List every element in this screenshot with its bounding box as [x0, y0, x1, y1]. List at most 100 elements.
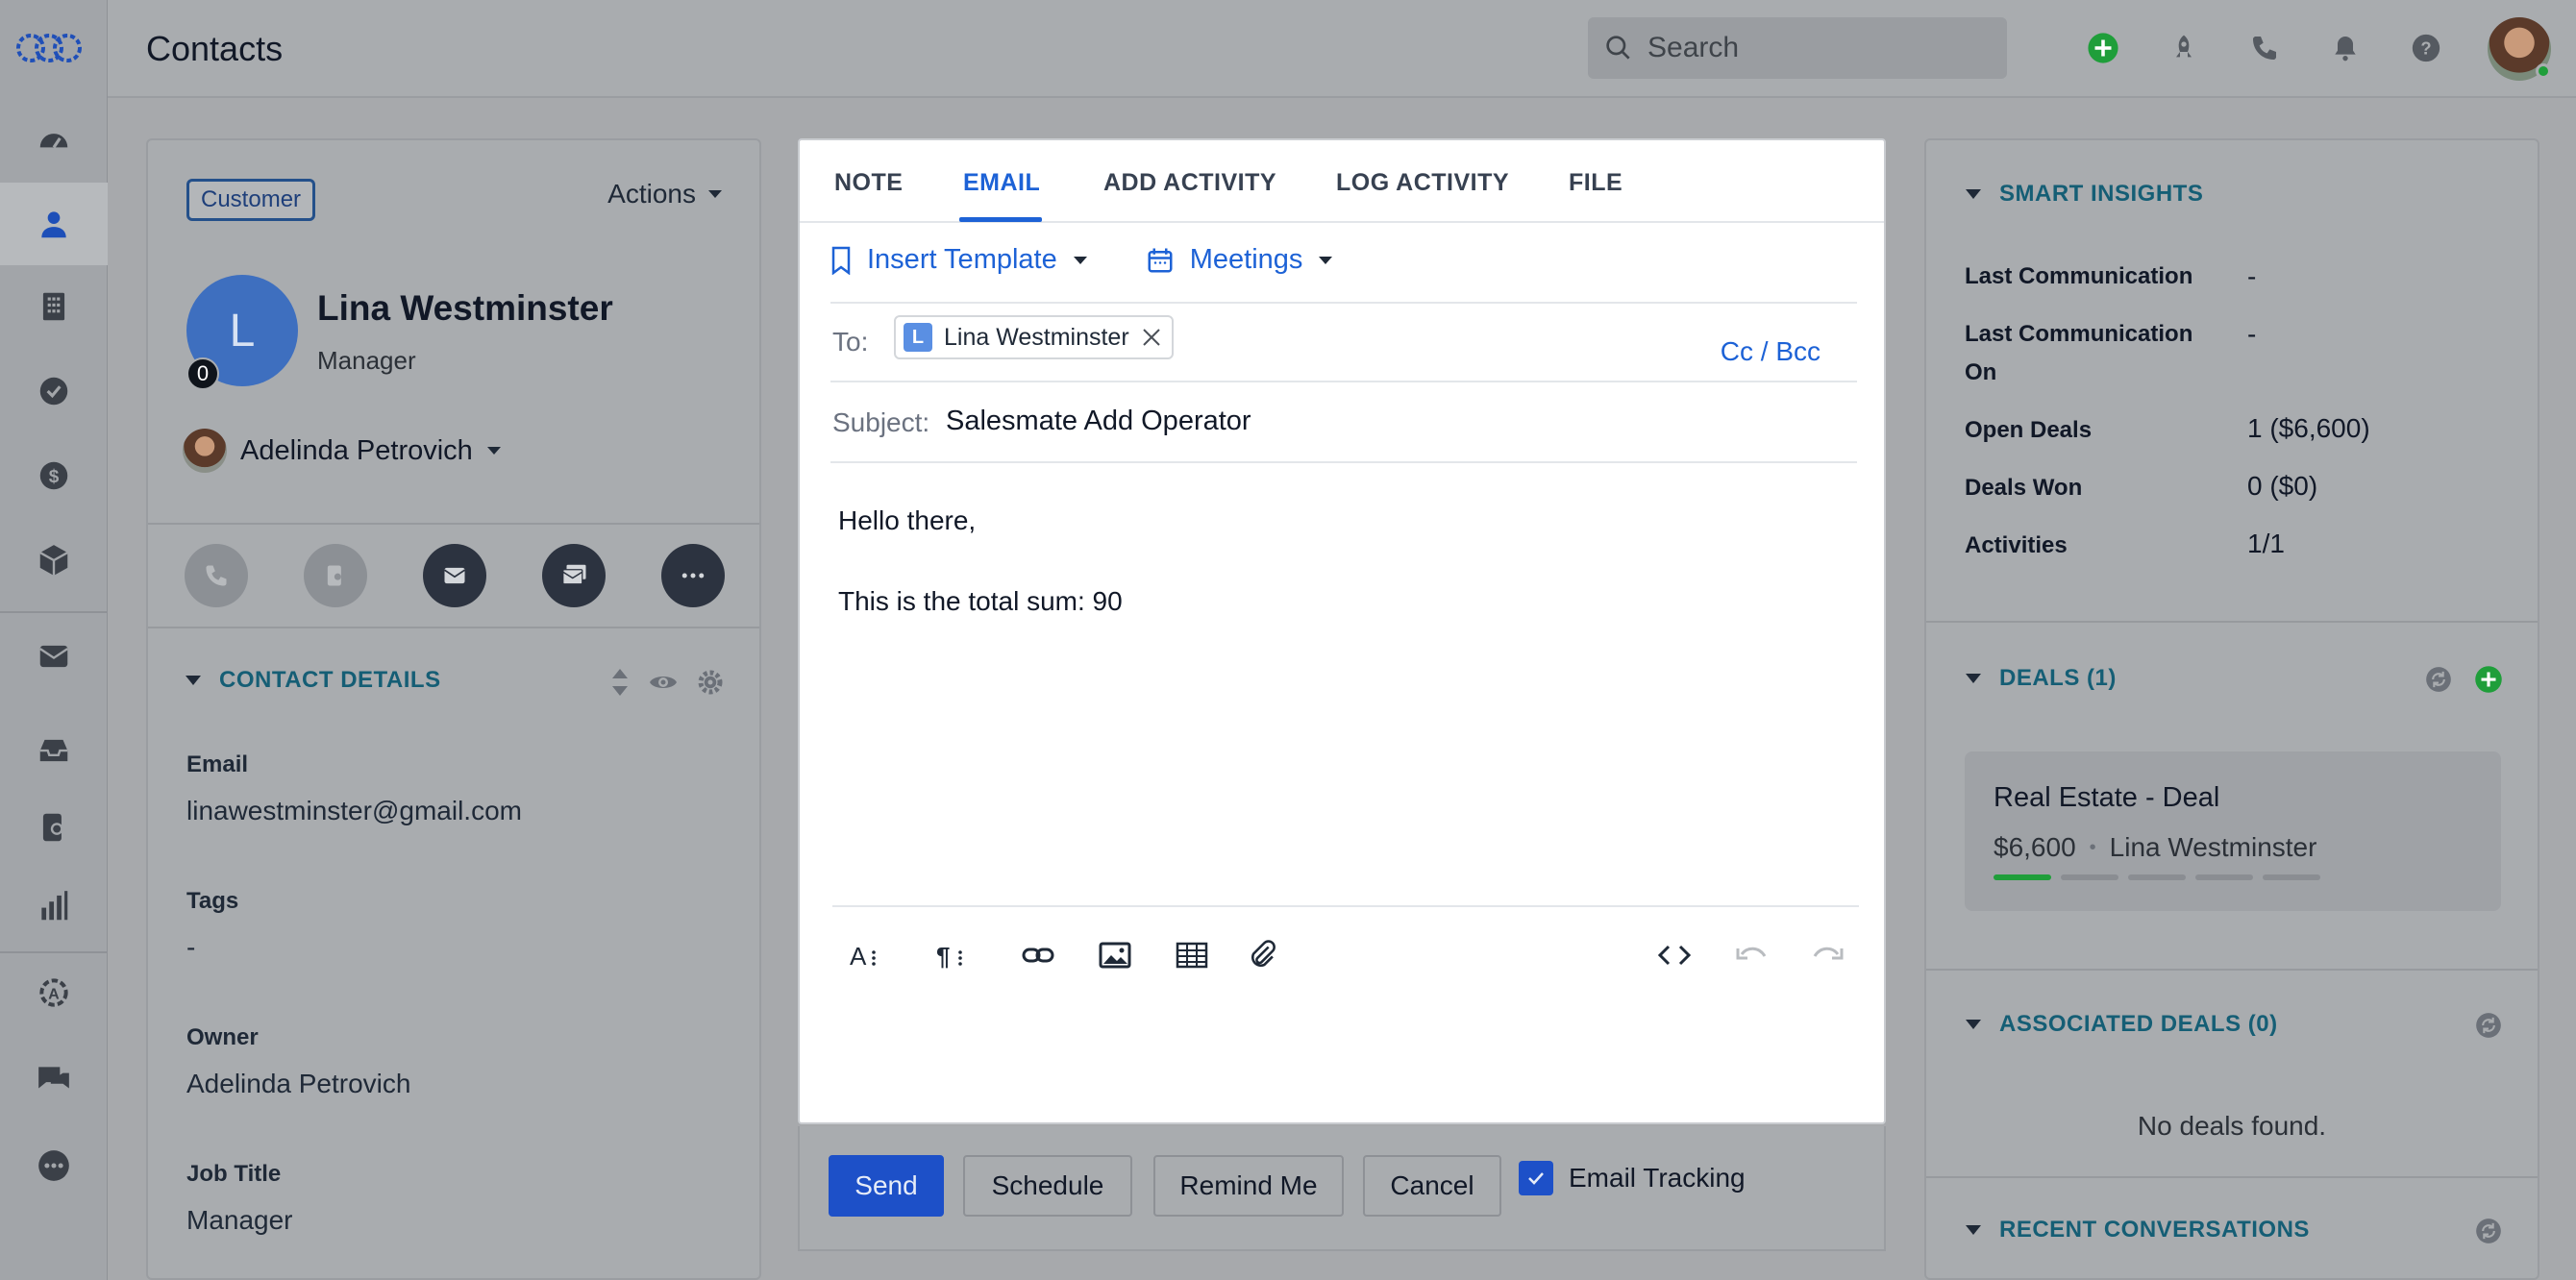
owner-selector[interactable]: Adelinda Petrovich — [183, 429, 502, 473]
font-size-icon[interactable]: A — [844, 934, 886, 976]
calendar-icon — [1148, 248, 1173, 272]
contact-details-toggle[interactable]: CONTACT DETAILS — [185, 667, 441, 694]
eye-icon[interactable] — [648, 672, 679, 693]
top-header: Contacts ? — [108, 0, 2576, 98]
code-icon[interactable] — [1653, 934, 1696, 976]
actions-dropdown[interactable]: Actions — [607, 179, 723, 209]
associated-deals-toggle[interactable]: ASSOCIATED DEALS (0) — [1965, 1011, 2278, 1038]
user-avatar[interactable] — [2488, 17, 2551, 81]
separator-dot: • — [2089, 836, 2096, 858]
reports-icon[interactable] — [0, 865, 108, 948]
companies-icon[interactable] — [0, 265, 108, 348]
svg-text:¶: ¶ — [936, 942, 950, 970]
paragraph-icon[interactable]: ¶ — [930, 934, 973, 976]
refresh-icon[interactable] — [2424, 665, 2453, 694]
more-icon[interactable] — [0, 1124, 108, 1207]
smart-insights-toggle[interactable]: SMART INSIGHTS — [1965, 181, 2203, 208]
cc-bcc-link[interactable]: Cc / Bcc — [1721, 336, 1821, 367]
sequence-button[interactable] — [304, 544, 367, 607]
attachment-icon[interactable] — [1242, 934, 1284, 976]
cancel-button[interactable]: Cancel — [1363, 1155, 1501, 1217]
deal-card[interactable]: Real Estate - Deal $6,600 • Lina Westmin… — [1965, 751, 2501, 911]
owner-value[interactable]: Adelinda Petrovich — [186, 1069, 410, 1099]
tags-value[interactable]: - — [186, 932, 195, 963]
chat-icon[interactable] — [0, 1038, 108, 1120]
chevron-down-icon — [1073, 256, 1087, 264]
refresh-icon[interactable] — [2474, 1217, 2503, 1245]
activity-tabs: NOTE EMAIL ADD ACTIVITY LOG ACTIVITY FIL… — [800, 140, 1884, 223]
insert-template-dropdown[interactable]: Insert Template — [830, 244, 1088, 276]
image-icon[interactable] — [1094, 934, 1136, 976]
more-actions-button[interactable] — [661, 544, 725, 607]
schedule-button[interactable]: Schedule — [963, 1155, 1132, 1217]
tab-note[interactable]: NOTE — [834, 169, 903, 197]
email-tracking-label: Email Tracking — [1569, 1163, 1746, 1193]
search-icon — [1606, 36, 1630, 60]
search-input[interactable] — [1647, 32, 1974, 64]
divider — [148, 523, 759, 525]
dashboard-icon[interactable] — [0, 100, 108, 183]
sequences-icon[interactable] — [0, 786, 108, 869]
sequence-icon — [327, 565, 341, 586]
tab-file[interactable]: FILE — [1569, 169, 1622, 197]
email-tracking-toggle[interactable]: Email Tracking — [1519, 1161, 1746, 1195]
tasks-icon[interactable] — [0, 350, 108, 432]
deal-stage-segment — [1994, 874, 2051, 880]
phone-icon[interactable] — [2245, 29, 2284, 67]
inbox-icon[interactable] — [0, 709, 108, 792]
refresh-icon[interactable] — [2474, 1011, 2503, 1040]
email-button[interactable] — [423, 544, 486, 607]
page-title: Contacts — [146, 29, 284, 68]
contacts-icon[interactable] — [0, 183, 108, 265]
sort-icon[interactable] — [609, 667, 631, 698]
email-value[interactable]: linawestminster@gmail.com — [186, 796, 522, 826]
search-box[interactable] — [1588, 17, 2007, 79]
recent-conversations-toggle[interactable]: RECENT CONVERSATIONS — [1965, 1217, 2310, 1243]
gear-icon[interactable] — [696, 668, 725, 697]
tab-email[interactable]: EMAIL — [963, 169, 1040, 197]
redo-icon[interactable] — [1807, 934, 1849, 976]
contact-details-heading: CONTACT DETAILS — [219, 667, 441, 693]
add-deal-icon[interactable] — [2474, 665, 2503, 694]
owner-avatar — [183, 429, 227, 473]
add-icon[interactable] — [2084, 29, 2122, 67]
tags-label: Tags — [186, 888, 239, 914]
deal-stage-segment — [2263, 874, 2320, 880]
subject-input[interactable]: Salesmate Add Operator — [946, 406, 1251, 437]
deal-title[interactable]: Real Estate - Deal — [1994, 782, 2219, 814]
insert-template-label: Insert Template — [867, 244, 1057, 275]
tab-add-activity[interactable]: ADD ACTIVITY — [1103, 169, 1276, 197]
email-icon[interactable] — [0, 615, 108, 698]
call-button[interactable] — [185, 544, 248, 607]
app-logo[interactable] — [15, 29, 92, 67]
meetings-dropdown[interactable]: Meetings — [1146, 244, 1334, 276]
email-icon — [444, 567, 465, 584]
deal-stage-segment — [2061, 874, 2118, 880]
recipient-chip[interactable]: L Lina Westminster — [894, 315, 1174, 359]
table-icon[interactable] — [1171, 934, 1213, 976]
deal-amount: $6,600 — [1994, 832, 2076, 862]
deals-toggle[interactable]: DEALS (1) — [1965, 665, 2117, 692]
tab-log-activity[interactable]: LOG ACTIVITY — [1336, 169, 1509, 197]
bulk-email-button[interactable] — [542, 544, 606, 607]
emails-icon — [562, 564, 586, 585]
help-icon[interactable]: ? — [2407, 29, 2445, 67]
undo-icon[interactable] — [1730, 934, 1772, 976]
svg-text:$: $ — [49, 467, 60, 487]
job-title-value[interactable]: Manager — [186, 1205, 293, 1236]
rocket-icon[interactable] — [2165, 29, 2203, 67]
bell-icon[interactable] — [2326, 29, 2365, 67]
close-icon[interactable] — [1141, 327, 1162, 348]
send-button[interactable]: Send — [829, 1155, 944, 1217]
email-tracking-checkbox[interactable] — [1519, 1161, 1553, 1195]
owner-label: Owner — [186, 1024, 259, 1050]
automation-icon[interactable]: A — [0, 951, 108, 1034]
insight-label: Last Communication On — [1965, 321, 2193, 385]
remind-me-button[interactable]: Remind Me — [1153, 1155, 1344, 1217]
deals-icon[interactable]: $ — [0, 434, 108, 517]
link-icon[interactable] — [1017, 934, 1059, 976]
products-icon[interactable] — [0, 519, 108, 602]
email-label: Email — [186, 751, 249, 777]
email-body-line[interactable]: Hello there, — [838, 505, 976, 536]
email-body-line[interactable]: This is the total sum: 90 — [838, 586, 1123, 617]
